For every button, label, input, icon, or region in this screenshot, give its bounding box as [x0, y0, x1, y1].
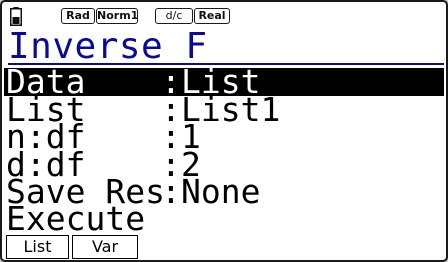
execute-item[interactable]: Execute	[4, 199, 444, 238]
page-title: Inverse F	[8, 29, 444, 65]
setting-value: None	[181, 172, 261, 211]
execute-label: Execute	[6, 199, 146, 238]
display-mode-badge: Norm1	[96, 8, 139, 24]
function-key-list[interactable]: List	[6, 235, 69, 259]
angle-mode-badge: Rad	[61, 8, 95, 24]
calculator-screen: Rad Norm1 d/c Real Inverse F Data : List…	[0, 0, 448, 262]
setting-separator: :	[161, 172, 181, 211]
function-key-var[interactable]: Var	[72, 235, 138, 259]
fraction-mode-badge: d/c	[155, 8, 193, 24]
complex-mode-badge: Real	[194, 8, 230, 24]
battery-icon	[10, 7, 22, 26]
